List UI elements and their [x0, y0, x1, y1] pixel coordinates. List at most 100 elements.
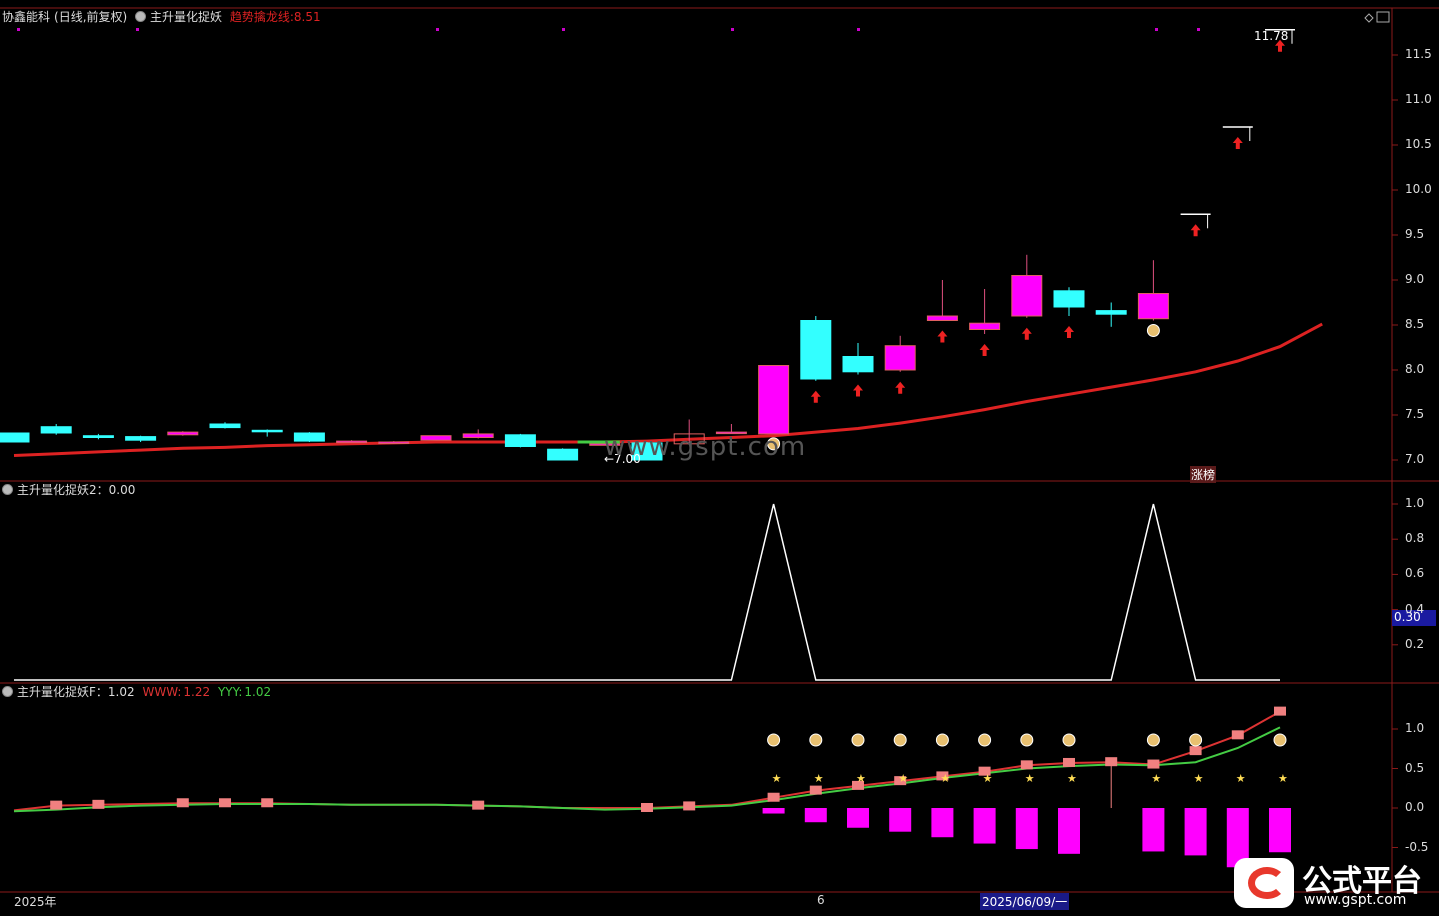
candle-body [462, 433, 494, 438]
money-bag-icon [1273, 733, 1287, 747]
candle-body [1011, 275, 1043, 317]
axis-tick-label: 11.5 [1405, 47, 1432, 61]
candle-body [40, 426, 72, 434]
trend-line-label: 趋势擒龙线: [229, 10, 294, 24]
indicator-bar [1015, 808, 1038, 850]
watermark: www.gspt.com [604, 432, 807, 462]
top-dot [1155, 28, 1158, 31]
indicator2-name: 主升量化捉妖2 [17, 483, 97, 497]
axis-tick-label: 7.0 [1405, 452, 1425, 466]
limit-up-tag: 涨榜 [1190, 466, 1217, 483]
www-marker [683, 801, 696, 811]
indicator3-toggle-icon[interactable] [2, 686, 13, 697]
indicator-bar [1269, 808, 1291, 853]
strong-star-icon: ★ [1236, 772, 1246, 785]
www-marker [1105, 757, 1118, 767]
www-marker [1274, 706, 1286, 716]
indicator-bar [1184, 808, 1207, 856]
strong-star-icon: ★ [856, 772, 866, 785]
candle-body [336, 440, 368, 444]
www-marker [809, 785, 822, 795]
strong-star-icon: ★ [772, 772, 782, 785]
candle-body [293, 432, 325, 442]
candle-body [1095, 310, 1127, 315]
indicator-bar [931, 808, 954, 838]
indicator2-toggle-icon[interactable] [2, 484, 13, 495]
yyy-value: 1.02 [244, 685, 272, 699]
candle-body [209, 423, 241, 429]
money-bag-icon [935, 733, 949, 747]
candle-body [884, 345, 916, 371]
candle-body [504, 434, 536, 447]
axis-tick-label: 10.0 [1405, 182, 1432, 196]
period-label: (日线,前复权) [54, 10, 128, 24]
candle-body [251, 429, 283, 433]
top-dot [136, 28, 139, 31]
indicator2-value: ：0.00 [96, 483, 136, 497]
money-bag-icon [893, 733, 907, 747]
candle-body [926, 315, 958, 321]
axis-tick-label: 9.5 [1405, 227, 1425, 241]
yyy-label: YYY: [217, 685, 243, 699]
stock-name[interactable]: 协鑫能科 [2, 10, 50, 24]
www-marker [767, 792, 780, 802]
money-bag-icon [851, 733, 865, 747]
strong-star-icon: ★ [1151, 772, 1161, 785]
top-dot [1197, 28, 1200, 31]
indicator-toggle-icon[interactable] [135, 11, 147, 22]
x-axis-month: 6 [817, 893, 825, 907]
trend-line-value: 8.51 [293, 10, 321, 24]
strong-star-icon: ★ [940, 772, 950, 785]
indicator-name: 主升量化捉妖 [150, 10, 223, 24]
top-dot [857, 28, 860, 31]
axis-tick-label: 11.0 [1405, 92, 1432, 106]
axis-tick-label: 7.5 [1405, 407, 1425, 421]
candle-body [1053, 290, 1085, 308]
candle-body [0, 432, 30, 443]
header-pane3: 主升量化捉妖F：1.02 WWW: 1.22 YYY: 1.02 [2, 684, 275, 700]
strong-star-icon: ★ [1194, 772, 1204, 785]
money-bag-icon [1189, 733, 1203, 747]
money-bag-icon [1062, 733, 1076, 747]
strong-star-icon: ★ [814, 772, 824, 785]
www-marker [1189, 746, 1202, 756]
top-dot [17, 28, 20, 31]
header-pane2: 主升量化捉妖2：0.00 [2, 482, 139, 498]
money-bag-icon [1020, 733, 1034, 747]
top-dot [731, 28, 734, 31]
axis-tick-label: 0.4 [1405, 601, 1425, 616]
www-marker [261, 798, 274, 808]
www-marker [472, 800, 485, 810]
indicator3-name: 主升量化捉妖F [17, 685, 96, 699]
www-marker [176, 798, 189, 808]
www-marker [92, 799, 105, 809]
strong-star-icon: ★ [983, 772, 993, 785]
www-marker [219, 798, 231, 808]
strong-star-icon: ★ [1025, 772, 1035, 785]
candle-body [1137, 293, 1169, 320]
candle-body [800, 320, 832, 380]
top-dot [562, 28, 565, 31]
indicator-bar [762, 808, 785, 814]
indicator-bar [889, 808, 912, 832]
www-marker [1147, 759, 1160, 769]
www-marker [1063, 757, 1075, 767]
axis-tick-label: 0.2 [1405, 636, 1425, 651]
www-marker [50, 800, 63, 810]
indicator-bar [973, 808, 996, 844]
axis-tick-label: 0.5 [1405, 760, 1425, 775]
axis-tick-label: 8.5 [1405, 317, 1425, 331]
indicator3-value: ：1.02 [95, 685, 135, 699]
x-axis-year: 2025年 [14, 895, 57, 909]
axis-tick-label: 8.0 [1405, 362, 1425, 376]
www-value: 1.22 [183, 685, 211, 699]
axis-tick-label: 1.0 [1405, 721, 1425, 735]
candle-body [842, 356, 874, 373]
candle-body [420, 435, 452, 441]
indicator-bar [1058, 808, 1080, 854]
money-bag-icon [1146, 733, 1160, 747]
candle-body [758, 365, 790, 435]
www-label: WWW: [142, 685, 182, 699]
indicator-bar [1142, 808, 1165, 852]
strong-star-icon: ★ [898, 772, 908, 785]
